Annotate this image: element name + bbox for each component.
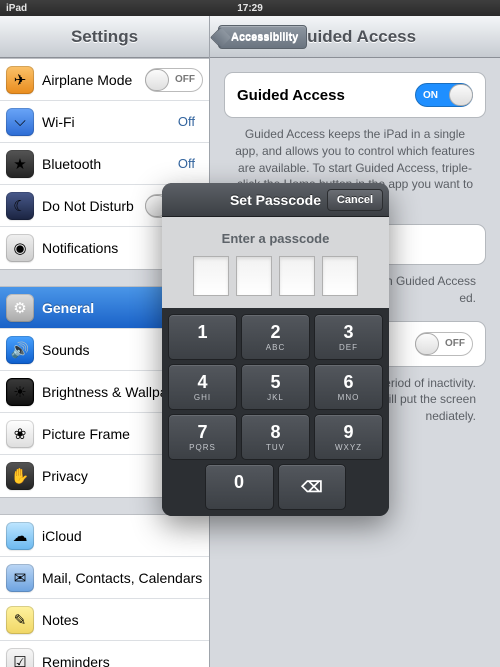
keypad-key-7[interactable]: 7PQRS — [168, 414, 237, 460]
passcode-digit-2 — [236, 256, 272, 296]
keypad-key-4[interactable]: 4GHI — [168, 364, 237, 410]
keypad-key-8[interactable]: 8TUV — [241, 414, 310, 460]
keypad-backspace[interactable]: ⌫ — [278, 464, 347, 510]
keypad-key-9[interactable]: 9WXYZ — [314, 414, 383, 460]
passcode-digit-1 — [193, 256, 229, 296]
modal-title: Set Passcode — [230, 192, 321, 208]
passcode-digit-3 — [279, 256, 315, 296]
cancel-button[interactable]: Cancel — [327, 189, 383, 211]
numeric-keypad: 12ABC3DEF 4GHI5JKL6MNO 7PQRS8TUV9WXYZ 0⌫ — [162, 308, 389, 516]
keypad-key-5[interactable]: 5JKL — [241, 364, 310, 410]
keypad-key-2[interactable]: 2ABC — [241, 314, 310, 360]
passcode-prompt: Enter a passcode — [162, 217, 389, 308]
keypad-key-1[interactable]: 1 — [168, 314, 237, 360]
keypad-key-6[interactable]: 6MNO — [314, 364, 383, 410]
passcode-prompt-text: Enter a passcode — [162, 231, 389, 246]
modal-header: Set Passcode Cancel — [162, 183, 389, 217]
keypad-key-3[interactable]: 3DEF — [314, 314, 383, 360]
cancel-button-label: Cancel — [337, 194, 373, 206]
keypad-key-0[interactable]: 0 — [205, 464, 274, 510]
passcode-digit-4 — [322, 256, 358, 296]
set-passcode-modal: Set Passcode Cancel Enter a passcode 12A… — [162, 183, 389, 516]
passcode-boxes — [162, 256, 389, 296]
